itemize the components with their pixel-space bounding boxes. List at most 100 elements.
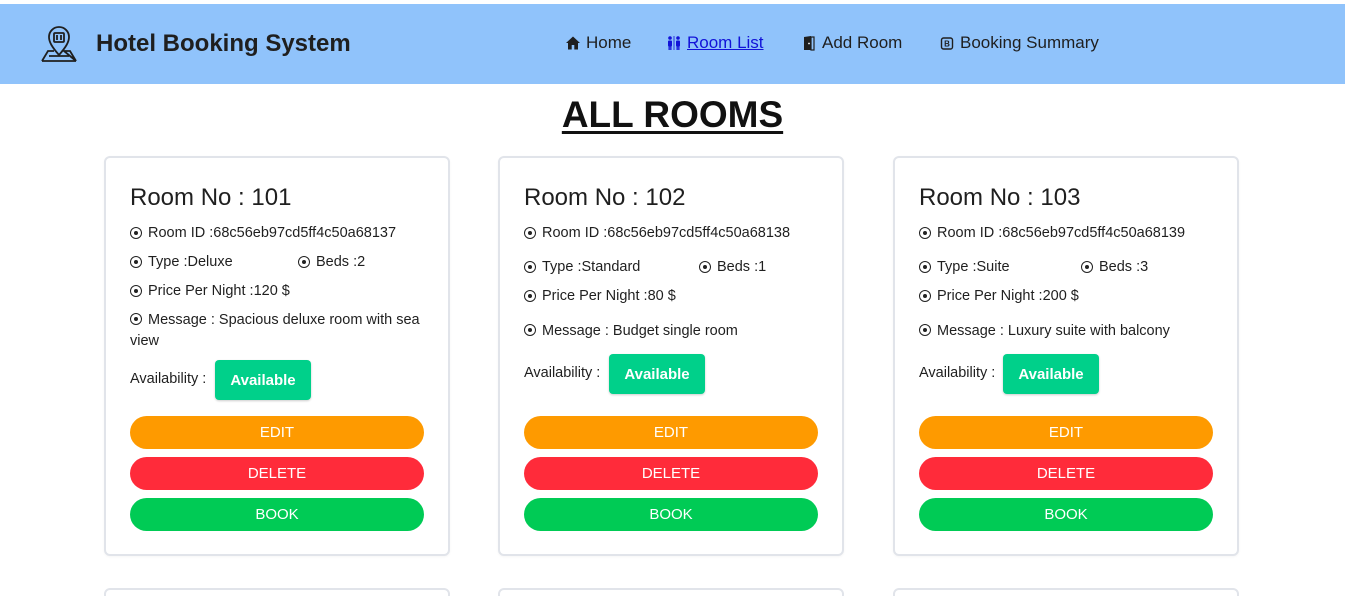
price-row: Price Per Night : 80 $ — [524, 288, 676, 304]
nav-booking-summary-link[interactable]: B Booking Summary — [939, 33, 1099, 53]
edit-button[interactable]: EDIT — [524, 416, 818, 449]
nav-booking-summary-label: Booking Summary — [960, 33, 1099, 52]
nav-room-list-label: Room List — [687, 33, 764, 52]
message-label: Message : — [148, 312, 219, 328]
price-row: Price Per Night : 200 $ — [919, 288, 1079, 304]
bullet-icon — [524, 324, 536, 336]
beds-row: Beds : 3 — [1081, 259, 1148, 275]
nav-home-link[interactable]: Home — [565, 33, 631, 53]
bullet-icon — [298, 256, 310, 268]
room-id-row: Room ID : 68c56eb97cd5ff4c50a68137 — [130, 225, 396, 241]
room-no-value: 103 — [1040, 184, 1081, 211]
availability-button[interactable]: Available — [215, 360, 311, 400]
hotel-location-logo-icon[interactable] — [40, 25, 78, 63]
bullet-icon — [130, 313, 142, 325]
beds-row: Beds : 1 — [699, 259, 766, 275]
availability-button[interactable]: Available — [609, 354, 705, 394]
room-no-label: Room No : — [524, 184, 646, 211]
edit-button[interactable]: EDIT — [130, 416, 424, 449]
type-value: Standard — [581, 259, 641, 275]
message-label: Message : — [542, 323, 613, 339]
room-title: Room No : 102 — [524, 184, 685, 212]
type-label: Type : — [937, 259, 977, 275]
beds-label: Beds : — [316, 254, 358, 270]
door-icon — [801, 35, 817, 51]
beds-label: Beds : — [717, 259, 759, 275]
type-row: Type : Suite — [919, 259, 1010, 275]
bullet-icon — [130, 256, 142, 268]
bullet-icon — [524, 261, 536, 273]
availability-button[interactable]: Available — [1003, 354, 1099, 394]
bullet-icon — [524, 290, 536, 302]
room-no-label: Room No : — [130, 184, 252, 211]
bullet-icon — [1081, 261, 1093, 273]
receipt-icon: B — [939, 35, 955, 51]
room-title: Room No : 103 — [919, 184, 1080, 212]
price-row: Price Per Night : 120 $ — [130, 283, 290, 299]
message-label: Message : — [937, 323, 1008, 339]
room-id-value: 68c56eb97cd5ff4c50a68138 — [607, 225, 791, 241]
bullet-icon — [919, 227, 931, 239]
availability-label: Availability : — [919, 365, 996, 381]
bullet-icon — [919, 261, 931, 273]
type-row: Type : Deluxe — [130, 254, 233, 270]
bullet-icon — [524, 227, 536, 239]
home-icon — [565, 35, 581, 51]
room-card-partial — [893, 588, 1239, 596]
price-value: 200 $ — [1042, 288, 1079, 304]
beds-row: Beds : 2 — [298, 254, 365, 270]
bullet-icon — [130, 227, 142, 239]
price-label: Price Per Night : — [148, 283, 254, 299]
beds-label: Beds : — [1099, 259, 1141, 275]
book-button[interactable]: BOOK — [919, 498, 1213, 531]
room-card: Room No : 103 Room ID : 68c56eb97cd5ff4c… — [893, 156, 1239, 556]
delete-button[interactable]: DELETE — [130, 457, 424, 490]
bullet-icon — [130, 285, 142, 297]
nav-room-list-link[interactable]: Room List — [666, 33, 764, 53]
book-button[interactable]: BOOK — [524, 498, 818, 531]
beds-value: 1 — [758, 259, 767, 275]
people-icon — [666, 35, 682, 51]
room-no-value: 101 — [251, 184, 292, 211]
price-label: Price Per Night : — [937, 288, 1043, 304]
room-card: Room No : 102 Room ID : 68c56eb97cd5ff4c… — [498, 156, 844, 556]
type-label: Type : — [542, 259, 582, 275]
room-title: Room No : 101 — [130, 184, 291, 212]
nav-add-room-label: Add Room — [822, 33, 903, 52]
message-value: Luxury suite with balcony — [1007, 323, 1170, 339]
book-button[interactable]: BOOK — [130, 498, 424, 531]
edit-button[interactable]: EDIT — [919, 416, 1213, 449]
room-no-label: Room No : — [919, 184, 1041, 211]
type-label: Type : — [148, 254, 188, 270]
type-row: Type : Standard — [524, 259, 640, 275]
message-row: Message : Spacious deluxe room with sea … — [130, 310, 430, 352]
room-id-label: Room ID : — [937, 225, 1003, 241]
beds-value: 3 — [1140, 259, 1149, 275]
type-value: Suite — [976, 259, 1010, 275]
page-title: ALL ROOMS — [561, 94, 784, 135]
nav-home-label: Home — [586, 33, 632, 52]
delete-button[interactable]: DELETE — [524, 457, 818, 490]
room-id-value: 68c56eb97cd5ff4c50a68139 — [1002, 225, 1186, 241]
brand-title[interactable]: Hotel Booking System — [96, 30, 351, 58]
message-value: Budget single room — [612, 323, 738, 339]
message-row: Message : Budget single room — [524, 321, 824, 342]
bullet-icon — [919, 290, 931, 302]
room-card-partial — [104, 588, 450, 596]
nav-add-room-link[interactable]: Add Room — [801, 33, 902, 53]
price-value: 80 $ — [647, 288, 676, 304]
room-id-label: Room ID : — [542, 225, 608, 241]
availability-label: Availability : — [524, 365, 601, 381]
room-no-value: 102 — [645, 184, 686, 211]
price-label: Price Per Night : — [542, 288, 648, 304]
room-id-value: 68c56eb97cd5ff4c50a68137 — [213, 225, 397, 241]
delete-button[interactable]: DELETE — [919, 457, 1213, 490]
bullet-icon — [699, 261, 711, 273]
bullet-icon — [919, 324, 931, 336]
svg-text:B: B — [944, 40, 950, 49]
room-card-partial — [498, 588, 844, 596]
room-id-row: Room ID : 68c56eb97cd5ff4c50a68139 — [919, 225, 1185, 241]
navbar: Hotel Booking System Home Room List Add … — [0, 4, 1345, 84]
room-id-label: Room ID : — [148, 225, 214, 241]
type-value: Deluxe — [187, 254, 233, 270]
